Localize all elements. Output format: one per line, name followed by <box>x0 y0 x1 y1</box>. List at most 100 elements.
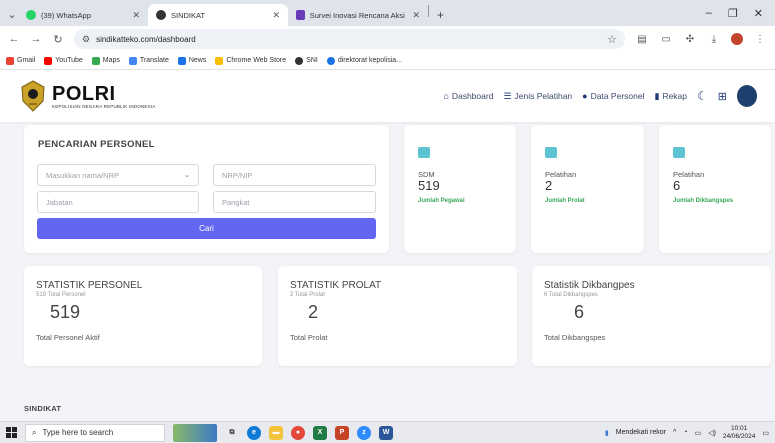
statistic-title: STATISTIK PROLAT <box>290 280 382 291</box>
theme-toggle-icon[interactable]: ☾ <box>697 89 708 103</box>
battery-icon[interactable]: ▭ <box>694 429 701 437</box>
close-window-icon[interactable]: ✕ <box>754 7 763 20</box>
bookmark-news[interactable]: News <box>177 56 206 65</box>
forms-icon <box>296 10 305 20</box>
nrp-nip-placeholder: NRP/NIP <box>222 170 253 180</box>
chart-icon: ▮ <box>654 90 660 101</box>
powerpoint-icon[interactable]: P <box>335 425 349 440</box>
tab-title: (39) WhatsApp <box>41 10 92 20</box>
jabatan-placeholder: Jabatan <box>46 197 73 207</box>
tab-sindikat[interactable]: SINDIKAT ✕ <box>148 4 288 26</box>
close-icon[interactable]: ✕ <box>132 10 140 21</box>
chrome-icon <box>156 10 166 20</box>
bookmark-star-icon[interactable]: ☆ <box>607 33 617 46</box>
statistic-dikbangpes-card: Statistik Dikbangpes 6 Total Dikbangspes… <box>532 266 771 366</box>
stat-card-sdm: SDM 519 Jumlah Pegawai <box>404 125 516 253</box>
excel-icon[interactable]: X <box>313 425 327 440</box>
restore-icon[interactable]: ❐ <box>728 7 738 20</box>
apps-grid-icon[interactable]: ⊞ <box>718 90 727 103</box>
bookmark-label: YouTube <box>55 57 83 64</box>
nav-label: Dashboard <box>451 91 494 101</box>
statistic-footer: Total Prolat <box>290 333 328 342</box>
nav-jenis-pelatihan[interactable]: ☰ Jenis Pelatihan <box>503 91 572 102</box>
bookmark-sni[interactable]: SNI <box>295 56 318 65</box>
statistic-caption: 6 Total Dikbangspes <box>544 292 598 298</box>
tab-list-icon[interactable]: ⌄ <box>6 8 18 21</box>
download-icon[interactable]: ⤓ <box>707 34 721 45</box>
taskbar-search[interactable]: ⌕ Type here to search <box>25 423 165 442</box>
tab-whatsapp[interactable]: (39) WhatsApp ✕ <box>18 4 148 26</box>
task-view-icon[interactable]: ⧉ <box>225 426 239 440</box>
reading-list-icon[interactable]: ▭ <box>659 34 673 45</box>
brand-subtitle: KEPOLISIAN NEGARA REPUBLIK INDONESIA <box>52 103 156 109</box>
polri-logo[interactable]: POLRI KEPOLISIAN NEGARA REPUBLIK INDONES… <box>18 79 155 113</box>
nav-label: Jenis Pelatihan <box>514 91 573 101</box>
back-icon[interactable]: ← <box>8 33 20 45</box>
system-tray: ▮ Mendekati rekor ^ ◔ ▭ ◁) 10:01 24/06/2… <box>605 425 769 441</box>
chevron-down-icon: ⌄ <box>184 172 190 179</box>
nav-dashboard[interactable]: ⌂ Dashboard <box>443 91 493 101</box>
bookmark-label: SNI <box>306 57 318 64</box>
bookmark-direktorat[interactable]: direktorat kepolisia... <box>326 56 402 65</box>
statistic-caption: 519 Total Personel <box>36 292 86 298</box>
close-icon[interactable]: ✕ <box>412 10 420 21</box>
bookmark-translate[interactable]: Translate <box>128 56 169 65</box>
forward-icon[interactable]: → <box>30 33 42 45</box>
pangkat-input[interactable]: Pangkat <box>213 191 376 213</box>
windows-start-icon[interactable] <box>6 427 17 438</box>
url-field[interactable]: ⚙ sindikatteko.com/dashboard ☆ <box>74 29 625 49</box>
webstore-icon <box>215 56 224 65</box>
minimize-icon[interactable]: – <box>706 7 712 19</box>
bookmarks-bar: Gmail YouTube Maps Translate News Chrome… <box>0 52 775 70</box>
bookmark-webstore[interactable]: Chrome Web Store <box>215 56 286 65</box>
gmail-icon <box>6 56 14 65</box>
profile-avatar[interactable] <box>731 33 743 45</box>
stat-label: Pelatihan <box>673 170 705 179</box>
tab-title: SINDIKAT <box>171 10 206 20</box>
stat-value: 2 <box>545 178 553 193</box>
translate-icon <box>128 56 137 65</box>
news-stock-icon[interactable]: ▮ <box>605 429 609 437</box>
chrome-taskbar-icon[interactable]: ● <box>291 425 305 440</box>
extension-icon[interactable]: ▤ <box>635 34 649 45</box>
statistic-title: Statistik Dikbangpes <box>544 280 635 291</box>
search-button[interactable]: Cari <box>37 218 376 239</box>
nav-label: Rekap <box>662 91 688 101</box>
nav-rekap[interactable]: ▮ Rekap <box>654 91 687 102</box>
globe-icon <box>295 56 304 65</box>
url-text: sindikatteko.com/dashboard <box>96 34 196 44</box>
word-icon[interactable]: W <box>379 425 393 440</box>
taskbar-widget-image[interactable] <box>173 423 217 442</box>
reload-icon[interactable]: ↻ <box>52 33 64 46</box>
new-tab-button[interactable]: + <box>429 4 452 26</box>
zoom-icon[interactable]: z <box>357 425 371 440</box>
stat-subtitle: Jumlah Prolat <box>545 198 585 204</box>
search-title: PENCARIAN PERSONEL <box>38 139 155 150</box>
menu-icon[interactable]: ⋮ <box>753 34 767 45</box>
nrp-nip-input[interactable]: NRP/NIP <box>213 164 376 186</box>
tab-survei[interactable]: Survei Inovasi Rencana Aksi Pe... ✕ <box>288 4 428 26</box>
close-icon[interactable]: ✕ <box>272 10 280 21</box>
site-info-icon[interactable]: ⚙ <box>82 34 90 45</box>
stat-icon <box>545 147 557 158</box>
nav-data-personel[interactable]: ● Data Personel <box>582 91 644 101</box>
news-icon <box>177 56 186 65</box>
clock[interactable]: 10:01 24/06/2024 <box>723 425 756 441</box>
volume-icon[interactable]: ◁) <box>708 429 716 437</box>
windows-taskbar: ⌕ Type here to search ⧉ e ▬ ● X P z W ▮ … <box>0 421 775 443</box>
extensions-puzzle-icon[interactable]: ✣ <box>683 34 697 45</box>
chevron-up-icon[interactable]: ^ <box>673 429 676 436</box>
edge-icon[interactable]: e <box>247 425 261 440</box>
bookmark-gmail[interactable]: Gmail <box>6 56 35 65</box>
main-nav: ⌂ Dashboard ☰ Jenis Pelatihan ● Data Person… <box>443 85 757 107</box>
bookmark-youtube[interactable]: YouTube <box>44 56 83 65</box>
stat-icon <box>673 147 685 158</box>
network-icon[interactable]: ◔ <box>683 429 687 436</box>
notification-icon[interactable]: ▭ <box>762 429 769 437</box>
name-nrp-select[interactable]: Masukkan nama/NRP ⌄ <box>37 164 199 186</box>
file-explorer-icon[interactable]: ▬ <box>269 425 283 440</box>
bookmark-maps[interactable]: Maps <box>91 56 120 65</box>
jabatan-input[interactable]: Jabatan <box>37 191 199 213</box>
user-avatar[interactable] <box>737 85 757 107</box>
news-ticker[interactable]: Mendekati rekor <box>616 429 666 436</box>
